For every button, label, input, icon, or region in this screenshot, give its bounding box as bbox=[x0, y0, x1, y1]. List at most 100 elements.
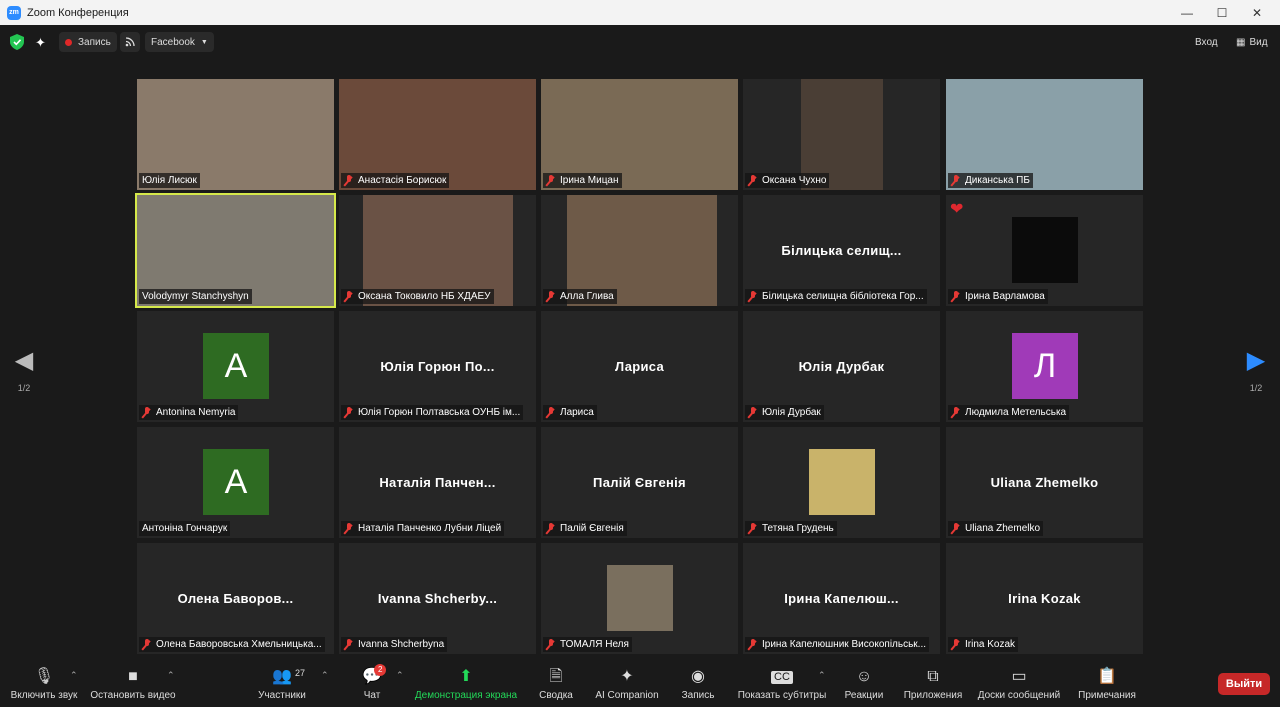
participant-tile[interactable]: Диканська ПБ bbox=[946, 79, 1143, 190]
participant-name: Олена Баворовська Хмельницька... bbox=[156, 639, 322, 650]
mic-muted-icon bbox=[546, 175, 556, 186]
summary-label: Сводка bbox=[539, 689, 573, 701]
participant-name: Юлія Лисюк bbox=[142, 175, 197, 186]
window-title: Zoom Конференция bbox=[27, 6, 129, 19]
whiteboard-icon: ▭ bbox=[1011, 667, 1027, 685]
rss-icon bbox=[125, 37, 135, 47]
record-button[interactable]: ◉ Запись bbox=[680, 660, 716, 707]
participants-options-caret[interactable]: ⌃ bbox=[321, 670, 329, 681]
participant-tile[interactable]: Юлія Лисюк bbox=[137, 79, 334, 190]
participant-nameplate: Юлія Дурбак bbox=[745, 405, 824, 420]
ai-companion-button[interactable]: ✦ AI Companion bbox=[594, 660, 660, 707]
mic-muted-icon bbox=[142, 407, 152, 418]
participant-tile[interactable]: Лариса Лариса bbox=[541, 311, 738, 422]
live-stream-icon[interactable] bbox=[120, 32, 140, 52]
reactions-button[interactable]: ☺ Реакции bbox=[843, 660, 885, 707]
microphone-muted-icon: 🎙 bbox=[33, 667, 55, 685]
closed-captions-icon: CC bbox=[771, 670, 793, 684]
meeting-toolbar: 🎙 Включить звук ⌃ ■ Остановить видео ⌃ 👥… bbox=[0, 660, 1280, 707]
participant-name: ТОМАЛЯ Неля bbox=[560, 639, 629, 650]
participant-name: Ірина Мицан bbox=[560, 175, 619, 186]
participant-nameplate: Анастасія Борисюк bbox=[341, 173, 450, 188]
video-options-caret[interactable]: ⌃ bbox=[167, 670, 175, 681]
mic-muted-icon bbox=[344, 175, 354, 186]
participant-tile[interactable]: A Антоніна Гончарук bbox=[137, 427, 334, 538]
prev-page-button[interactable]: ◀ 1/2 bbox=[4, 346, 44, 393]
security-shield-icon[interactable] bbox=[10, 34, 24, 50]
participant-nameplate: Палій Євгенія bbox=[543, 521, 627, 536]
participant-display-name: Наталія Панчен... bbox=[379, 475, 496, 490]
participant-name: Диканська ПБ bbox=[965, 175, 1030, 186]
mic-muted-icon bbox=[748, 407, 758, 418]
ai-label: AI Companion bbox=[595, 689, 659, 701]
participant-nameplate: Тетяна Грудень bbox=[745, 521, 837, 536]
chat-options-caret[interactable]: ⌃ bbox=[396, 670, 404, 681]
participant-tile[interactable]: Ірина Мицан bbox=[541, 79, 738, 190]
participant-name: Ірина Капелюшник Високопільськ... bbox=[762, 639, 927, 650]
participant-tile[interactable]: Білицька селищ... Білицька селищна бібліо… bbox=[743, 195, 940, 306]
participant-tile[interactable]: Uliana Zhemelko Uliana Zhemelko bbox=[946, 427, 1143, 538]
participant-name: Antonina Nemyria bbox=[156, 407, 236, 418]
participant-tile[interactable]: Алла Глива bbox=[541, 195, 738, 306]
participant-nameplate: ТОМАЛЯ Неля bbox=[543, 637, 632, 652]
mic-muted-icon bbox=[951, 175, 961, 186]
mic-muted-icon bbox=[951, 639, 961, 650]
participant-tile[interactable]: Irina Kozak Irina Kozak bbox=[946, 543, 1143, 654]
whiteboards-button[interactable]: ▭ Доски сообщений bbox=[976, 660, 1062, 707]
mic-muted-icon bbox=[546, 639, 556, 650]
share-screen-button[interactable]: ⬆ Демонстрация экрана bbox=[414, 660, 518, 707]
apps-button[interactable]: ⧉ Приложения bbox=[902, 660, 964, 707]
mic-muted-icon bbox=[344, 523, 354, 534]
participant-video bbox=[1012, 217, 1078, 283]
mic-muted-icon bbox=[748, 523, 758, 534]
participant-tile[interactable]: ❤ Ірина Варламова bbox=[946, 195, 1143, 306]
grid-view-icon: ▦ bbox=[1236, 36, 1246, 48]
next-page-button[interactable]: ▶ 1/2 bbox=[1236, 346, 1276, 393]
participant-name: Наталія Панченко Лубни Ліцей bbox=[358, 523, 502, 534]
participant-tile[interactable]: A Antonina Nemyria bbox=[137, 311, 334, 422]
summary-button[interactable]: 🗎 Сводка bbox=[536, 660, 576, 707]
mic-muted-icon bbox=[344, 291, 354, 302]
participant-tile[interactable]: Ірина Капелюш... Ірина Капелюшник Високоп… bbox=[743, 543, 940, 654]
close-window-button[interactable]: ✕ bbox=[1234, 0, 1280, 25]
reactions-label: Реакции bbox=[844, 689, 884, 701]
audio-options-caret[interactable]: ⌃ bbox=[70, 670, 78, 681]
participants-label: Участники bbox=[258, 689, 306, 701]
participant-tile[interactable]: Тетяна Грудень bbox=[743, 427, 940, 538]
captions-options-caret[interactable]: ⌃ bbox=[818, 670, 826, 681]
participant-display-name: Білицька селищ... bbox=[781, 243, 902, 258]
notes-button[interactable]: 📋 Примечания bbox=[1077, 660, 1137, 707]
participant-name: Антоніна Гончарук bbox=[142, 523, 228, 534]
mic-muted-icon bbox=[748, 175, 758, 186]
livestream-facebook-dropdown[interactable]: Facebook ▼ bbox=[145, 32, 214, 52]
participant-tile[interactable]: Volodymyr Stanchyshyn bbox=[135, 193, 336, 308]
participant-tile[interactable]: Л Людмила Метельська bbox=[946, 311, 1143, 422]
participant-display-name: Палій Євгенія bbox=[593, 475, 686, 490]
page-indicator-right: 1/2 bbox=[1249, 383, 1263, 393]
participant-tile[interactable]: Палій Євгенія Палій Євгенія bbox=[541, 427, 738, 538]
notes-icon: 📋 bbox=[1097, 667, 1117, 685]
recording-indicator[interactable]: Запись bbox=[59, 32, 117, 52]
participant-name: Лариса bbox=[560, 407, 594, 418]
participant-display-name: Irina Kozak bbox=[1008, 591, 1081, 606]
stop-video-button[interactable]: ■ Остановить видео bbox=[88, 660, 178, 707]
heart-reaction-icon: ❤ bbox=[950, 201, 964, 218]
participant-tile[interactable]: Оксана Токовило НБ ХДАЕУ bbox=[339, 195, 536, 306]
participant-tile[interactable]: Юлія Горюн По... Юлія Горюн Полтавська ОУ… bbox=[339, 311, 536, 422]
participant-tile[interactable]: Оксана Чухно bbox=[743, 79, 940, 190]
mic-muted-icon bbox=[546, 407, 556, 418]
participant-tile[interactable]: Юлія Дурбак Юлія Дурбак bbox=[743, 311, 940, 422]
captions-button[interactable]: CC Показать субтитры bbox=[736, 660, 828, 707]
leave-meeting-button[interactable]: Выйти bbox=[1218, 673, 1270, 695]
participant-tile[interactable]: Анастасія Борисюк bbox=[339, 79, 536, 190]
participant-tile[interactable]: Ivanna Shcherby... Ivanna Shcherbyna bbox=[339, 543, 536, 654]
ai-sparkle-icon[interactable]: ✦ bbox=[35, 35, 46, 51]
participant-tile[interactable]: ТОМАЛЯ Неля bbox=[541, 543, 738, 654]
chevron-down-icon: ▼ bbox=[200, 38, 208, 46]
view-button[interactable]: ▦ Вид bbox=[1230, 32, 1274, 52]
participant-tile[interactable]: Олена Баворов... Олена Баворовська Хмельн… bbox=[137, 543, 334, 654]
unmute-button[interactable]: 🎙 Включить звук bbox=[8, 660, 80, 707]
participant-tile[interactable]: Наталія Панчен... Наталія Панченко Лубни … bbox=[339, 427, 536, 538]
participant-nameplate: Оксана Чухно bbox=[745, 173, 830, 188]
signin-button[interactable]: Вход bbox=[1189, 32, 1224, 52]
